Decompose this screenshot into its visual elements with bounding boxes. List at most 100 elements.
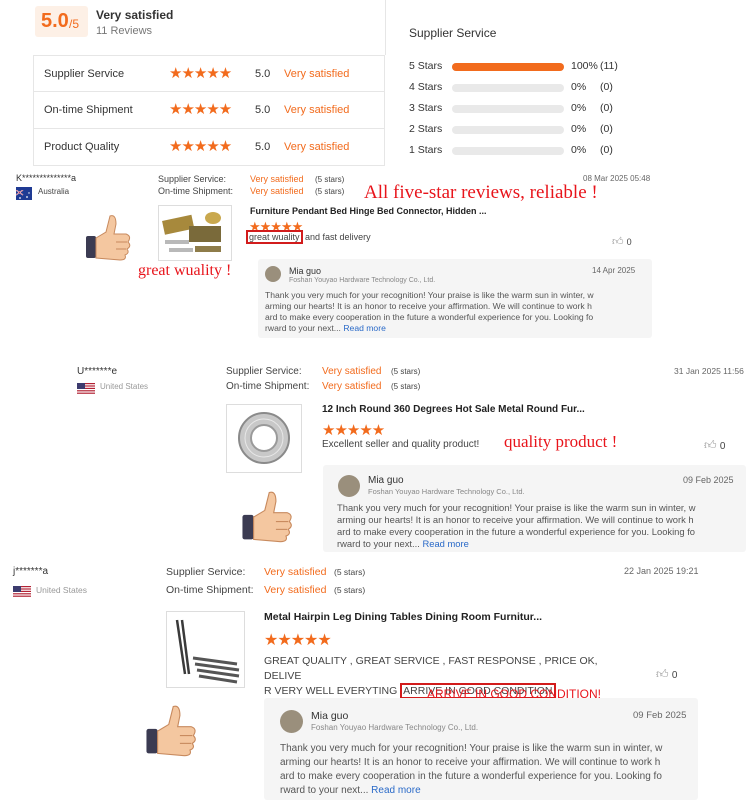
annotation-note-1: great wuality ! — [138, 262, 232, 279]
breakdown-count: (11) — [600, 60, 618, 72]
shipment-stars: (5 stars) — [334, 585, 366, 595]
reply-name: Mia guo — [311, 710, 349, 722]
reply-name: Mia guo — [289, 266, 322, 276]
like-button[interactable]: 👍︎ 0 — [704, 438, 725, 453]
product-thumbnail[interactable] — [166, 611, 245, 688]
product-link[interactable]: Furniture Pendant Bed Hinge Bed Connecto… — [250, 206, 487, 216]
review-comment: great wuality and fast delivery — [246, 230, 371, 244]
comment-highlight: great wuality — [246, 230, 303, 244]
rating-value: 5.0 — [255, 104, 271, 116]
review-date: 31 Jan 2025 11:56 — [674, 366, 744, 376]
reply-text: Thank you very much for your recognition… — [280, 742, 696, 798]
score-value: 5.0 — [41, 10, 69, 32]
reviewer-country: United States — [100, 382, 149, 391]
reviewer-name: j*******a — [13, 566, 49, 577]
breakdown-percent: 0% — [571, 123, 587, 135]
read-more-link[interactable]: Read more — [371, 785, 420, 796]
shipment-label: On-time Shipment: — [158, 186, 234, 196]
product-thumbnail[interactable] — [158, 205, 232, 261]
supplier-service-value: Very satisfied — [264, 566, 327, 578]
rating-text: Very satisfied — [284, 68, 350, 80]
reply-line: arming our hearts! It is an honor to rec… — [337, 514, 694, 525]
breakdown-count: (0) — [600, 81, 613, 93]
review-comment: Excellent seller and quality product! — [322, 439, 480, 450]
thumbs-up-sticker-icon — [82, 212, 134, 262]
seller-avatar — [280, 710, 303, 733]
supplier-service-stars: (5 stars) — [334, 567, 366, 577]
reply-name: Mia guo — [368, 475, 404, 486]
comment-line: GREAT QUALITY , GREAT SERVICE , FAST RES… — [264, 655, 598, 682]
thumbs-up-icon: 👍︎ — [656, 667, 669, 681]
reviewer-name: K**************a — [16, 173, 77, 183]
reply-line: Thank you very much for your recognition… — [337, 502, 696, 513]
breakdown-bar — [452, 63, 564, 71]
breakdown-title: Supplier Service — [409, 26, 497, 40]
annotation-note-2: quality product ! — [504, 432, 618, 451]
breakdown-bar-fill — [452, 63, 564, 71]
like-count: 0 — [671, 670, 678, 681]
product-link[interactable]: Metal Hairpin Leg Dining Tables Dining R… — [264, 611, 542, 623]
star-rating: ★★★★★ — [169, 65, 232, 82]
breakdown-percent: 0% — [571, 81, 587, 93]
supplier-service-label: Supplier Service: — [158, 174, 227, 184]
reply-line: arming our hearts! It is an honor to rec… — [265, 301, 592, 311]
supplier-service-label: Supplier Service: — [226, 366, 302, 377]
rating-row-product-quality: Product Quality ★★★★★ 5.0 Very satisfied — [33, 129, 385, 166]
rating-text: Very satisfied — [284, 104, 350, 116]
breakdown-percent: 0% — [571, 144, 587, 156]
rating-label: On-time Shipment — [44, 104, 133, 116]
like-button[interactable]: 👍︎ 0 — [656, 667, 677, 682]
supplier-service-stars: (5 stars) — [391, 367, 421, 376]
thumbs-up-icon: 👍︎ — [612, 236, 624, 248]
reply-line: ard to make every cooperation in the fut… — [337, 526, 696, 537]
breakdown-count: (0) — [600, 123, 613, 135]
reply-line: Thank you very much for your recognition… — [280, 743, 663, 754]
supplier-service-value: Very satisfied — [322, 366, 382, 377]
breakdown-label: 1 Stars — [409, 144, 443, 156]
thumbs-up-sticker-icon — [142, 702, 200, 758]
read-more-link[interactable]: Read more — [343, 323, 386, 333]
shipment-label: On-time Shipment: — [226, 381, 310, 392]
breakdown-bar — [452, 126, 564, 134]
rating-value: 5.0 — [255, 68, 271, 80]
seller-reply: Mia guo Foshan Youyao Hardware Technolog… — [323, 465, 746, 552]
breakdown-count: (0) — [600, 144, 613, 156]
review-count: 11 Reviews — [96, 25, 153, 37]
reply-line: rward to your next... — [280, 785, 369, 796]
annotation-headline: All five-star reviews, reliable ! — [364, 182, 598, 203]
seller-avatar — [338, 475, 360, 497]
breakdown-percent: 100% — [571, 60, 598, 72]
reply-line: rward to your next... — [337, 538, 420, 549]
like-count: 0 — [719, 441, 726, 452]
reviewer-name: U*******e — [77, 366, 118, 377]
star-rating: ★★★★★ — [169, 138, 232, 155]
us-flag-icon — [77, 381, 95, 399]
breakdown-label: 2 Stars — [409, 123, 443, 135]
shipment-value: Very satisfied — [250, 186, 304, 196]
supplier-service-value: Very satisfied — [250, 174, 304, 184]
reply-line: ard to make every cooperation in the fut… — [280, 771, 662, 782]
shipment-stars: (5 stars) — [391, 382, 421, 391]
reply-text: Thank you very much for your recognition… — [337, 502, 745, 550]
breakdown-bar — [452, 147, 564, 155]
shipment-stars: (5 stars) — [315, 187, 345, 196]
reply-company: Foshan Youyao Hardware Technology Co., L… — [289, 277, 436, 284]
breakdown-label: 5 Stars — [409, 60, 443, 72]
review-date: 22 Jan 2025 19:21 — [624, 566, 699, 576]
product-link[interactable]: 12 Inch Round 360 Degrees Hot Sale Metal… — [322, 404, 585, 415]
star-rating: ★★★★★ — [169, 101, 232, 118]
breakdown-label: 3 Stars — [409, 102, 443, 114]
reply-text: Thank you very much for your recognition… — [265, 290, 650, 334]
seller-reply: Mia guo Foshan Youyao Hardware Technolog… — [258, 259, 652, 338]
read-more-link[interactable]: Read more — [422, 538, 468, 549]
like-button[interactable]: 👍︎ 0 — [612, 235, 632, 248]
reply-line: Thank you very much for your recognition… — [265, 290, 594, 300]
score-suffix: /5 — [69, 17, 80, 31]
rating-label: Product Quality — [44, 141, 120, 153]
comment-line: R VERY WELL EVERYTING — [264, 685, 401, 697]
supplier-service-label: Supplier Service: — [166, 566, 246, 578]
product-thumbnail[interactable] — [226, 404, 302, 473]
rating-row-on-time-shipment: On-time Shipment ★★★★★ 5.0 Very satisfie… — [33, 92, 385, 129]
reply-date: 14 Apr 2025 — [592, 266, 636, 275]
reply-line: rward to your next... — [265, 323, 341, 333]
